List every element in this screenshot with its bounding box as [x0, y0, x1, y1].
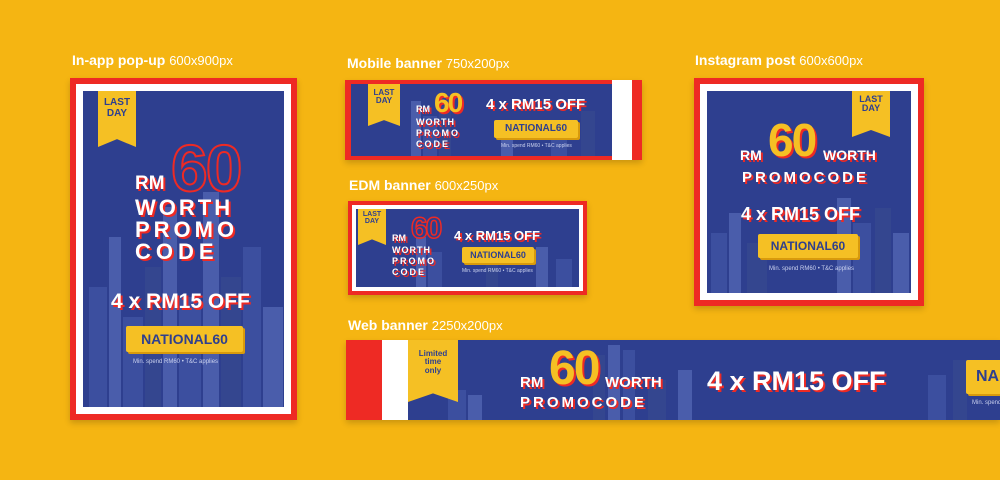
caption-instagram-title: Instagram post: [695, 52, 796, 68]
ribbon-last-day: LAST DAY: [98, 91, 136, 147]
web-sixty: 60: [549, 342, 600, 395]
building: [556, 259, 572, 287]
edm-promo: PROMO: [392, 256, 437, 266]
caption-edm-size: 600x250px: [434, 178, 499, 193]
caption-edm: EDM banner 600x250px: [349, 177, 498, 193]
popup-offer: 4 x RM15 OFF: [111, 290, 250, 313]
ribbon-line-2: DAY: [364, 218, 380, 226]
web-panel: [408, 340, 1000, 420]
popup-banner: LAST DAY RM 60 WORTH PROMO CODE 4 x RM15…: [70, 78, 297, 420]
building: [953, 360, 967, 420]
popup-terms: Min. spend RM60 • T&C applies: [133, 359, 219, 365]
caption-web-size: 2250x200px: [431, 318, 503, 333]
ribbon-line-2: DAY: [375, 96, 393, 106]
instagram-post: LAST DAY RM 60 WORTH PROMOCODE 4 x RM15 …: [694, 78, 924, 306]
ribbon-line-1: LAST: [362, 211, 382, 218]
edm-rm: RM: [392, 233, 406, 243]
instagram-worth: WORTH: [823, 147, 876, 163]
mobile-code-button[interactable]: NATIONAL60: [494, 120, 578, 138]
web-red-strip: [346, 340, 382, 420]
edm-sixty: 60: [410, 211, 443, 246]
instagram-promocode: PROMOCODE: [742, 169, 870, 186]
popup-sixty: 60: [170, 131, 243, 205]
edm-code-button[interactable]: NATIONAL60: [462, 247, 534, 263]
mobile-red-strip: [632, 80, 642, 160]
instagram-ribbon: LAST DAY: [852, 91, 890, 137]
caption-popup: In-app pop-up 600x900px: [72, 52, 233, 68]
mobile-offer: 4 x RM15 OFF: [486, 96, 586, 113]
web-terms: Min. spend RM60 • T&C applies: [972, 400, 1000, 406]
caption-mobile: Mobile banner 750x200px: [347, 55, 509, 71]
web-offer: 4 x RM15 OFF: [707, 366, 886, 396]
web-worth: WORTH: [605, 374, 662, 391]
caption-web-title: Web banner: [348, 317, 428, 333]
instagram-sixty: 60: [768, 114, 817, 166]
building: [678, 370, 692, 420]
edm-worth: WORTH: [392, 245, 431, 255]
building: [711, 233, 727, 293]
caption-instagram: Instagram post 600x600px: [695, 52, 863, 68]
mobile-terms: Min. spend RM60 • T&C applies: [501, 143, 572, 149]
edm-banner: LAST DAY RM 60 WORTH PROMO CODE 4 x RM15…: [348, 201, 587, 295]
caption-instagram-size: 600x600px: [799, 53, 863, 68]
building: [928, 375, 946, 420]
mobile-rm: RM: [416, 104, 430, 114]
building: [109, 237, 121, 407]
building: [729, 213, 741, 293]
instagram-panel: LAST DAY RM 60 WORTH PROMOCODE 4 x RM15 …: [707, 91, 911, 293]
instagram-terms: Min. spend RM60 • T&C applies: [769, 266, 855, 272]
edm-terms: Min. spend RM60 • T&C applies: [462, 268, 533, 274]
popup-panel: LAST DAY RM 60 WORTH PROMO CODE 4 x RM15…: [83, 91, 284, 407]
mobile-sixty: 60: [434, 87, 463, 118]
caption-web: Web banner 2250x200px: [348, 317, 503, 333]
mobile-promo: PROMO: [416, 128, 461, 138]
ribbon-line-1: LAST: [103, 97, 131, 108]
web-banner: Limited time only RM 60 WORTH PROMOCODE …: [346, 340, 1000, 420]
building: [468, 395, 482, 420]
caption-mobile-title: Mobile banner: [347, 55, 442, 71]
web-ribbon: Limited time only: [408, 340, 458, 402]
mobile-ribbon: LAST DAY: [368, 84, 400, 126]
web-promocode: PROMOCODE: [520, 394, 648, 411]
web-code-button[interactable]: NA: [966, 360, 1000, 394]
edm-code: CODE: [392, 267, 427, 277]
building: [893, 233, 909, 293]
building: [263, 307, 283, 407]
ribbon-line-2: DAY: [861, 103, 881, 114]
ribbon-line-2: DAY: [106, 107, 128, 119]
building: [581, 111, 595, 156]
web-white-strip: [382, 340, 408, 420]
instagram-offer: 4 x RM15 OFF: [741, 204, 861, 224]
building: [875, 208, 891, 293]
popup-code: CODE: [135, 239, 219, 264]
caption-edm-title: EDM banner: [349, 177, 431, 193]
popup-code-button[interactable]: NATIONAL60: [126, 326, 243, 352]
mobile-banner: LAST DAY RM 60 WORTH PROMO CODE 4 x RM15…: [345, 80, 642, 160]
building: [536, 247, 548, 287]
ribbon-line-3: only: [424, 365, 442, 375]
web-skyline: [408, 345, 1000, 420]
instagram-rm: RM: [740, 147, 762, 163]
popup-rm: RM: [135, 173, 165, 194]
web-rm: RM: [520, 374, 544, 391]
instagram-code-button[interactable]: NATIONAL60: [758, 234, 858, 258]
mobile-panel: LAST DAY RM 60 WORTH PROMO CODE 4 x RM15…: [351, 84, 612, 156]
caption-popup-title: In-app pop-up: [72, 52, 166, 68]
building: [243, 247, 261, 407]
mobile-worth: WORTH: [416, 117, 455, 127]
mobile-code: CODE: [416, 139, 451, 149]
caption-mobile-size: 750x200px: [445, 56, 510, 71]
edm-panel: LAST DAY RM 60 WORTH PROMO CODE 4 x RM15…: [356, 209, 579, 287]
edm-offer: 4 x RM15 OFF: [454, 228, 540, 243]
caption-popup-size: 600x900px: [169, 53, 233, 68]
building: [89, 287, 107, 407]
